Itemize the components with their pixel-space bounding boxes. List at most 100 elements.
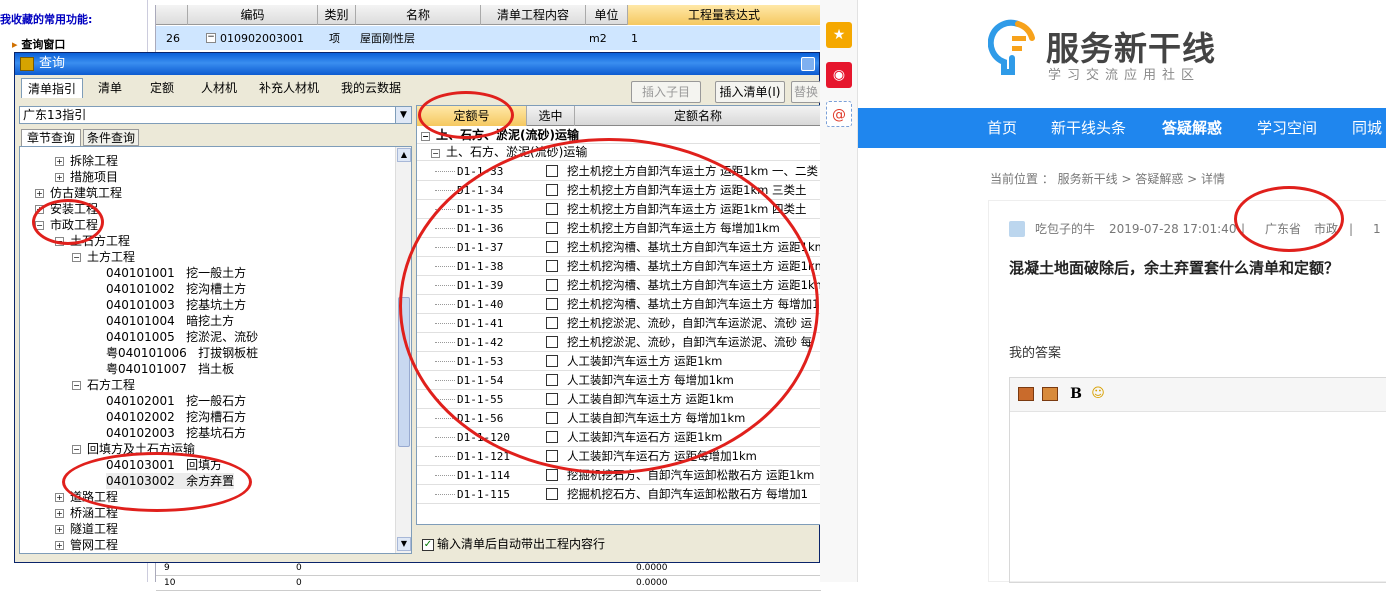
weibo-icon[interactable]: ◉ [826,62,852,88]
col-content[interactable]: 清单工程内容 [481,5,586,25]
avatar[interactable] [1009,221,1025,237]
answer-editor[interactable]: B ☺ [1009,377,1386,583]
row-expression[interactable]: 1 [631,26,638,50]
tree-node-label: 隧道工程 [70,522,119,536]
row-unit: m2 [589,32,607,45]
tree-node[interactable]: + 隧道工程 [55,521,118,537]
collapse-icon[interactable]: − [72,445,81,454]
nav-local[interactable]: 同城 [1352,108,1382,148]
quota-select-checkbox[interactable] [546,488,558,500]
nav-learning[interactable]: 学习空间 [1257,108,1317,148]
tree-leaf[interactable]: 040101001 挖一般土方 [106,265,246,281]
tab-materials[interactable]: 人材机 [195,78,243,98]
tab-cloud-data[interactable]: 我的云数据 [337,78,405,98]
tab-bill-guide[interactable]: 清单指引 [21,78,83,98]
tree-node-label: 管网工程 [70,538,119,552]
tree-connector [435,456,455,457]
col-quota-name[interactable]: 定额名称 [575,106,820,126]
expand-icon[interactable]: + [55,541,64,550]
tree-node[interactable]: + 拆除工程 [55,153,118,169]
insert-bill-button[interactable]: 插入清单(I) [715,81,785,103]
scroll-up-icon[interactable]: ▲ [397,148,411,162]
col-name[interactable]: 名称 [356,5,481,25]
dialog-titlebar[interactable]: 查询 [15,53,819,75]
breadcrumb[interactable]: 当前位置 ： 服务新干线 > 答疑解惑 > 详情 [990,170,1225,187]
nav-headlines[interactable]: 新干线头条 [1051,108,1126,148]
tree-node[interactable]: + 管网工程 [55,537,118,553]
collapse-icon[interactable]: − [72,253,81,262]
nav-home[interactable]: 首页 [987,108,1017,148]
col-code[interactable]: 编码 [188,5,318,25]
quota-select-checkbox[interactable] [546,469,558,481]
expand-icon[interactable]: + [55,509,64,518]
col-unit[interactable]: 单位 [586,5,628,25]
tree-leaf[interactable]: 040101003 挖基坑土方 [106,297,246,313]
tab-condition-query[interactable]: 条件查询 [83,129,139,146]
tree-leaf[interactable]: 040101004 暗挖土方 [106,313,234,329]
tree-connector [435,494,455,495]
tree-node[interactable]: − 石方工程 [72,377,135,393]
tree-leaf[interactable]: 040101005 挖淤泥、流砂 [106,329,258,345]
favorite-query-window[interactable]: ▸ 查询窗口 [12,36,65,52]
author-name[interactable]: 吃包子的牛 [1035,221,1095,237]
auto-content-checkbox[interactable]: ✓ [422,538,434,551]
tree-node[interactable]: + 仿古建筑工程 [35,185,122,201]
minimize-icon[interactable] [801,57,815,71]
expand-icon[interactable]: + [55,493,64,502]
annotation-ring [62,452,252,512]
insert-subitem-button[interactable]: 插入子目 [631,81,701,103]
row-amount: 0.0000 [636,563,668,573]
expand-icon[interactable]: + [55,157,64,166]
favorites-title: 我收藏的常用功能: [0,13,93,26]
qa-website: ★ ◉ @ 服务新干线 学习交流应用社区 首页 新干线头条 答疑解惑 学习空间 … [820,0,1386,583]
tree-leaf[interactable]: 040102003 挖基坑石方 [106,425,246,441]
row-number: 9 [164,563,170,573]
collapse-icon[interactable]: − [431,148,440,158]
expand-icon[interactable]: + [55,173,64,182]
region-value: 广东13指引 [23,108,87,122]
tab-chapter-query[interactable]: 章节查询 [21,129,81,146]
site-logo-name[interactable]: 服务新干线 [1046,22,1216,70]
image-icon[interactable] [1018,387,1034,401]
table-row[interactable]: 26 − 010902003001 项 屋面刚性层 m2 1 [156,26,821,50]
tree-leaf[interactable]: 粤040101007 挡土板 [106,361,234,377]
tree-leaf[interactable]: 040101002 挖沟槽土方 [106,281,246,297]
tree-leaf[interactable]: 040102002 挖沟槽石方 [106,409,246,425]
tab-extra-materials[interactable]: 补充人材机 [253,78,325,98]
annotation-ring [418,91,514,139]
answer-label: 我的答案 [1009,346,1062,361]
nav-qa[interactable]: 答疑解惑 [1162,108,1222,148]
replace-button[interactable]: 替换 [791,81,821,103]
tab-quota[interactable]: 定额 [141,78,183,98]
collapse-icon[interactable]: − [206,33,216,43]
tab-bill[interactable]: 清单 [89,78,131,98]
scroll-down-icon[interactable]: ▼ [397,537,411,551]
tree-leaf[interactable]: 040102001 挖一般石方 [106,393,246,409]
bill-grid-header: 编码 类别 名称 清单工程内容 单位 工程量表达式 [156,5,821,25]
quota-name: 挖掘机挖石方、自卸汽车运卸松散石方 每增加1 [567,487,808,501]
table-row[interactable]: 9 0 0.0000 [156,561,821,576]
insert-image-icon[interactable] [1042,387,1058,401]
table-row[interactable]: 10 0 0.0000 [156,576,821,591]
star-icon[interactable]: ★ [826,22,852,48]
tree-connector [435,437,455,438]
tree-leaf[interactable]: 粤040101006 打拔钢板桩 [106,345,258,361]
col-expression[interactable]: 工程量表达式 [628,5,821,25]
col-type[interactable]: 类别 [318,5,356,25]
chevron-down-icon[interactable]: ▼ [395,107,411,123]
bold-icon[interactable]: B [1068,387,1084,401]
annotation-ring [1234,186,1344,252]
col-selected[interactable]: 选中 [527,106,575,126]
quota-row[interactable]: D1-1-115 挖掘机挖石方、自卸汽车运卸松散石方 每增加1 [417,485,820,504]
auto-content-option[interactable]: ✓ 输入清单后自动带出工程内容行 [422,535,605,552]
expand-icon[interactable]: + [35,189,44,198]
email-icon[interactable]: @ [826,101,852,127]
collapse-icon[interactable]: − [421,131,430,141]
collapse-icon[interactable]: − [72,381,81,390]
tree-node[interactable]: − 土方工程 [72,249,135,265]
expand-icon[interactable]: + [55,525,64,534]
region-select[interactable]: 广东13指引 ▼ [19,106,412,124]
emoji-icon[interactable]: ☺ [1090,387,1106,401]
tree-node-label: 土方工程 [87,250,136,264]
tree-node[interactable]: + 措施项目 [55,169,118,185]
